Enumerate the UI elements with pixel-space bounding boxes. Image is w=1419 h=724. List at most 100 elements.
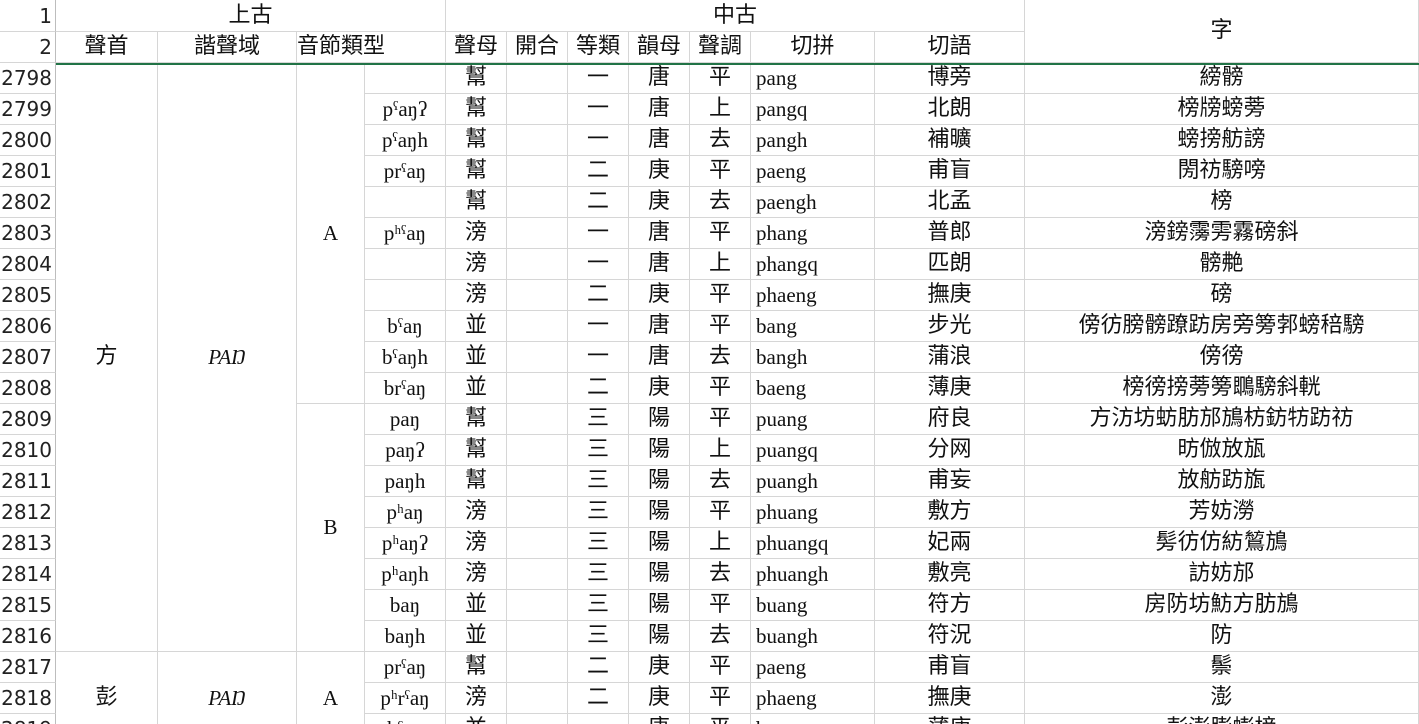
cell-denglei[interactable]: 二 <box>568 280 629 311</box>
cell-qieyu[interactable]: 匹朗 <box>875 249 1025 280</box>
cell-denglei[interactable]: 三 <box>568 528 629 559</box>
cell-yunmu[interactable]: 庚 <box>629 156 690 187</box>
cell-yunmu[interactable]: 唐 <box>629 218 690 249</box>
header-denglei[interactable]: 等類 <box>568 32 629 63</box>
row-number[interactable]: 2803 <box>0 218 56 249</box>
cell-qiepin[interactable]: bang <box>751 311 875 342</box>
cell-shengmu[interactable]: 滂 <box>446 218 507 249</box>
cell-shengshou-merged[interactable]: 彭 <box>56 652 158 724</box>
header-zhonggu[interactable]: 中古 <box>446 0 1025 32</box>
cell-ipa[interactable] <box>365 187 446 218</box>
cell-shengmu[interactable]: 並 <box>446 342 507 373</box>
cell-kaihe[interactable] <box>507 342 568 373</box>
cell-shengdiao[interactable]: 平 <box>690 280 751 311</box>
cell-shengdiao[interactable]: 平 <box>690 714 751 724</box>
cell-yunmu[interactable]: 陽 <box>629 497 690 528</box>
cell-zi[interactable]: 髣彷仿紡鶭鴋 <box>1025 528 1419 559</box>
cell-kaihe[interactable] <box>507 559 568 590</box>
cell-denglei[interactable]: 三 <box>568 404 629 435</box>
cell-ipa[interactable]: bˤaŋ <box>365 714 446 724</box>
cell-shengmu[interactable]: 幫 <box>446 94 507 125</box>
cell-denglei[interactable]: 一 <box>568 311 629 342</box>
cell-qiepin[interactable]: paeng <box>751 652 875 683</box>
cell-shengdiao[interactable]: 上 <box>690 249 751 280</box>
cell-shengdiao[interactable]: 平 <box>690 218 751 249</box>
cell-denglei[interactable]: 一 <box>568 218 629 249</box>
cell-qiepin[interactable]: puang <box>751 404 875 435</box>
cell-zi[interactable]: 滂鎊霶雱霧磅斜 <box>1025 218 1419 249</box>
cell-qieyu[interactable]: 甫盲 <box>875 652 1025 683</box>
cell-denglei[interactable]: 一 <box>568 125 629 156</box>
cell-kaihe[interactable] <box>507 466 568 497</box>
cell-kaihe[interactable] <box>507 404 568 435</box>
cell-qiepin[interactable]: pangq <box>751 94 875 125</box>
cell-qiepin[interactable]: puangh <box>751 466 875 497</box>
cell-qiepin[interactable]: baeng <box>751 373 875 404</box>
cell-denglei[interactable]: 三 <box>568 559 629 590</box>
cell-qiepin[interactable]: buangh <box>751 621 875 652</box>
cell-ipa[interactable] <box>365 249 446 280</box>
cell-qiepin[interactable]: bangh <box>751 342 875 373</box>
row-number[interactable]: 2816 <box>0 621 56 652</box>
cell-yunmu[interactable]: 唐 <box>629 311 690 342</box>
cell-zi[interactable]: 鬃 <box>1025 652 1419 683</box>
cell-xieshengyu-merged[interactable]: PAŊ <box>158 63 297 652</box>
cell-denglei[interactable]: 三 <box>568 590 629 621</box>
cell-ipa[interactable]: pˤaŋh <box>365 125 446 156</box>
cell-zi[interactable]: 芳妨澇 <box>1025 497 1419 528</box>
header-zi[interactable]: 字 <box>1025 0 1419 63</box>
cell-qiepin[interactable]: phuangh <box>751 559 875 590</box>
cell-zi[interactable]: 縍髈 <box>1025 63 1419 94</box>
cell-shengmu[interactable]: 滂 <box>446 528 507 559</box>
row-number[interactable]: 2799 <box>0 94 56 125</box>
cell-shengmu[interactable]: 滂 <box>446 280 507 311</box>
header-kaihe[interactable]: 開合 <box>507 32 568 63</box>
cell-qiepin[interactable]: paengh <box>751 187 875 218</box>
cell-kaihe[interactable] <box>507 125 568 156</box>
cell-yinjie-merged[interactable]: A <box>297 63 365 404</box>
row-number[interactable]: 2813 <box>0 528 56 559</box>
cell-ipa[interactable]: paŋ <box>365 404 446 435</box>
cell-qieyu[interactable]: 補曠 <box>875 125 1025 156</box>
cell-shengmu[interactable]: 幫 <box>446 652 507 683</box>
cell-zi[interactable]: 方汸坊蚄肪邡鴋枋鈁牥趽祊 <box>1025 404 1419 435</box>
cell-qiepin[interactable]: buang <box>751 590 875 621</box>
cell-qiepin[interactable]: puangq <box>751 435 875 466</box>
cell-yunmu[interactable]: 唐 <box>629 249 690 280</box>
cell-shengmu[interactable]: 滂 <box>446 249 507 280</box>
cell-yunmu[interactable]: 陽 <box>629 435 690 466</box>
cell-xieshengyu-merged[interactable]: PAŊ <box>158 652 297 724</box>
cell-denglei[interactable]: 二 <box>568 187 629 218</box>
cell-qieyu[interactable]: 分网 <box>875 435 1025 466</box>
cell-zi[interactable]: 螃搒舫謗 <box>1025 125 1419 156</box>
cell-shengdiao[interactable]: 去 <box>690 466 751 497</box>
cell-shengdiao[interactable]: 去 <box>690 342 751 373</box>
cell-qieyu[interactable]: 普郎 <box>875 218 1025 249</box>
cell-qiepin[interactable]: phangq <box>751 249 875 280</box>
cell-kaihe[interactable] <box>507 311 568 342</box>
cell-shengmu[interactable]: 幫 <box>446 125 507 156</box>
header-yunmu[interactable]: 韻母 <box>629 32 690 63</box>
row-header[interactable]: 2 <box>0 32 56 63</box>
cell-kaihe[interactable] <box>507 373 568 404</box>
cell-denglei[interactable]: 二 <box>568 373 629 404</box>
cell-shengdiao[interactable]: 去 <box>690 559 751 590</box>
cell-qiepin[interactable]: phuangq <box>751 528 875 559</box>
cell-denglei[interactable]: 一 <box>568 714 629 724</box>
row-number[interactable]: 2811 <box>0 466 56 497</box>
cell-ipa[interactable] <box>365 280 446 311</box>
cell-shengmu[interactable]: 幫 <box>446 435 507 466</box>
cell-shengdiao[interactable]: 平 <box>690 404 751 435</box>
cell-qiepin[interactable]: paeng <box>751 156 875 187</box>
cell-ipa[interactable]: pʰaŋʔ <box>365 528 446 559</box>
cell-zi[interactable]: 澎 <box>1025 683 1419 714</box>
cell-yunmu[interactable]: 唐 <box>629 94 690 125</box>
cell-qieyu[interactable]: 敷方 <box>875 497 1025 528</box>
cell-qieyu[interactable]: 府良 <box>875 404 1025 435</box>
cell-yunmu[interactable]: 庚 <box>629 652 690 683</box>
cell-kaihe[interactable] <box>507 218 568 249</box>
row-number[interactable]: 2807 <box>0 342 56 373</box>
cell-zi[interactable]: 榜徬搒蒡篣䳭騯斜輄 <box>1025 373 1419 404</box>
cell-qiepin[interactable]: phang <box>751 218 875 249</box>
cell-zi[interactable]: 髈艴 <box>1025 249 1419 280</box>
